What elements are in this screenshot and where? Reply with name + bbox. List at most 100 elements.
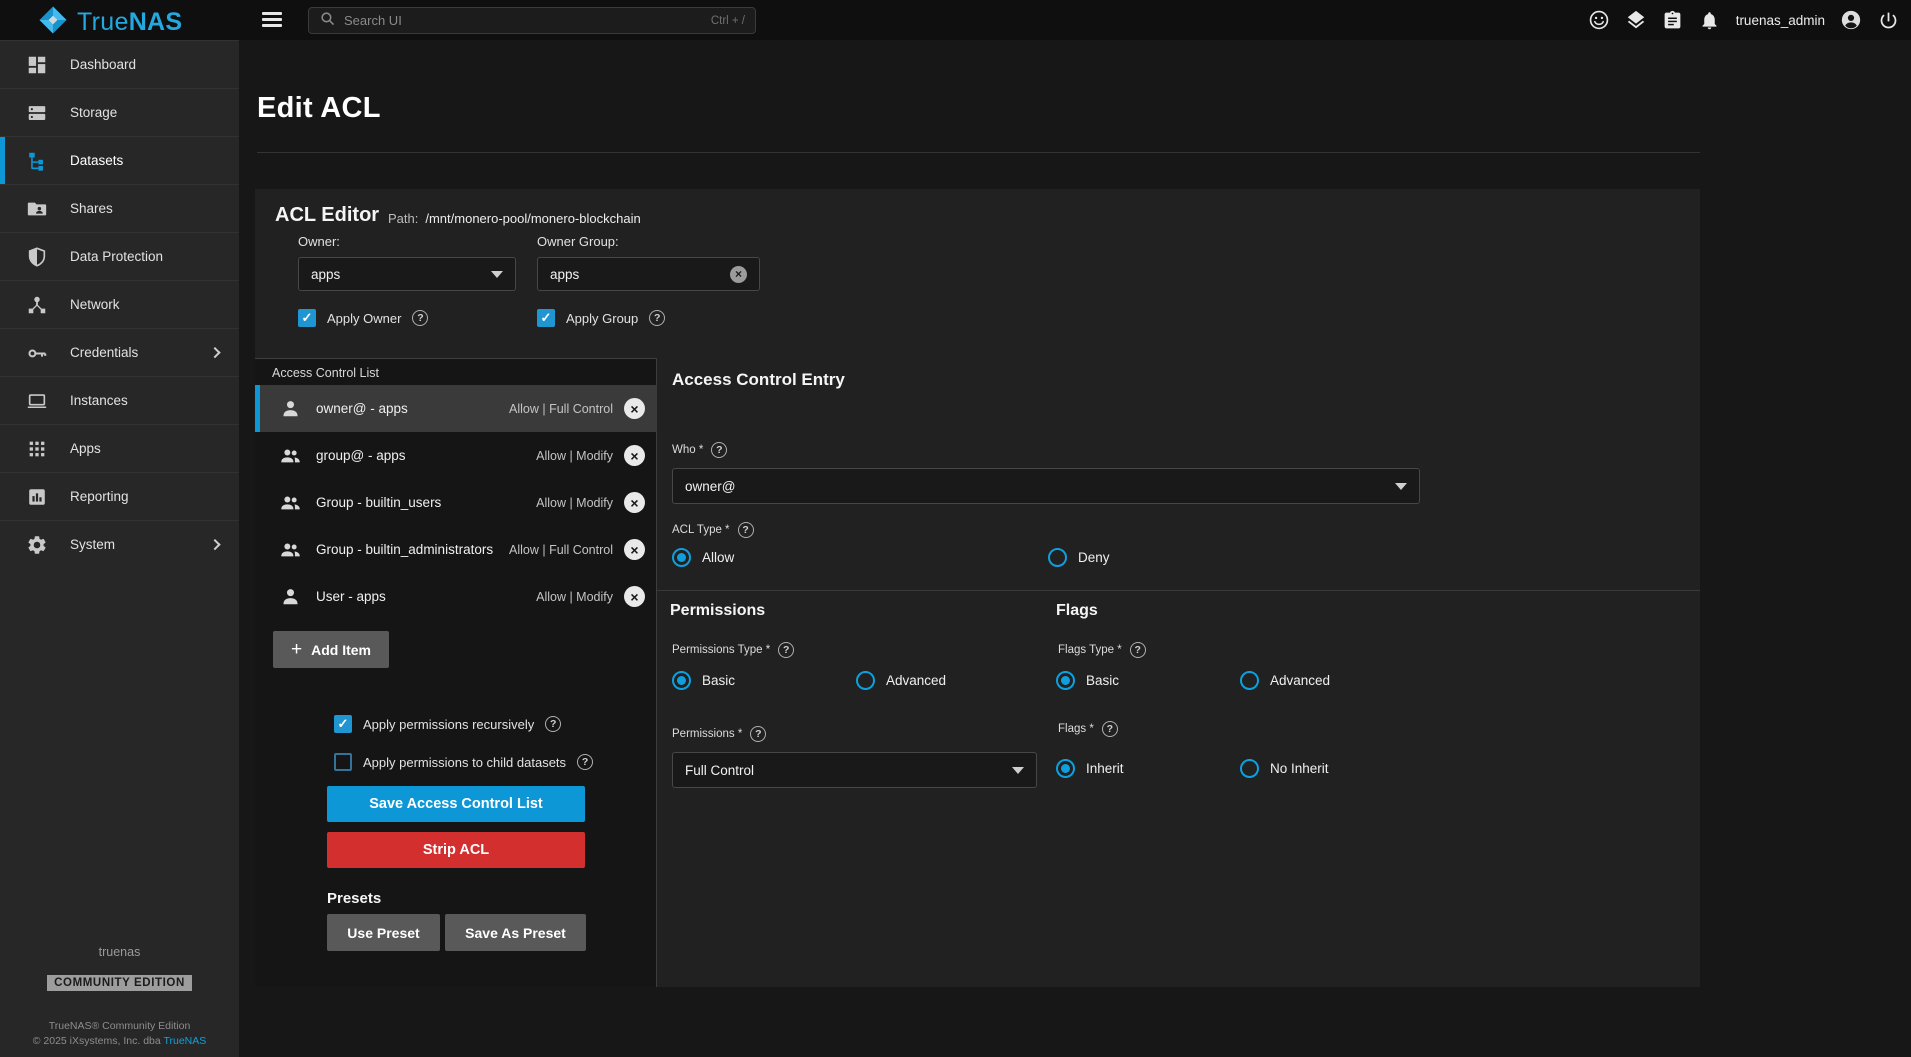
inherit-label: Inherit — [1086, 761, 1124, 776]
acl-entry-row[interactable]: owner@ - apps Allow | Full Control × — [255, 385, 657, 432]
path-label: Path: — [388, 211, 418, 226]
truecommand-icon[interactable] — [1625, 9, 1647, 31]
basic-label: Basic — [1086, 673, 1119, 688]
jobs-clipboard-icon[interactable] — [1662, 9, 1684, 31]
delete-entry-icon[interactable]: × — [624, 539, 645, 560]
sidebar-item-credentials[interactable]: Credentials — [0, 328, 239, 376]
user-avatar-icon[interactable] — [1840, 9, 1862, 31]
ace-perm: Allow | Modify — [536, 496, 613, 510]
permissions-label: Permissions * ? — [672, 726, 766, 742]
menu-toggle-icon[interactable] — [262, 12, 282, 30]
truenas-link[interactable]: TrueNAS — [163, 1035, 206, 1047]
help-icon[interactable]: ? — [738, 522, 754, 538]
help-icon[interactable]: ? — [711, 442, 727, 458]
child-datasets-label: Apply permissions to child datasets — [363, 755, 566, 770]
recursive-checkbox[interactable]: ✓ Apply permissions recursively ? — [334, 715, 561, 733]
permissions-select[interactable]: Full Control — [672, 752, 1037, 788]
sidebar-item-apps[interactable]: Apps — [0, 424, 239, 472]
help-icon[interactable]: ? — [1102, 721, 1118, 737]
no-inherit-label: No Inherit — [1270, 761, 1329, 776]
search-input[interactable] — [344, 13, 703, 28]
child-datasets-checkbox[interactable]: Apply permissions to child datasets ? — [334, 753, 593, 771]
presets-title: Presets — [327, 890, 381, 907]
acl-list-panel: Access Control List owner@ - apps Allow … — [255, 358, 657, 987]
checkbox-unchecked-icon — [334, 753, 352, 771]
ace-perm: Allow | Modify — [536, 590, 613, 604]
help-icon[interactable]: ? — [577, 754, 593, 770]
recursive-label: Apply permissions recursively — [363, 717, 534, 732]
acl-type-deny-radio[interactable]: Deny — [1048, 548, 1110, 567]
help-icon[interactable]: ? — [545, 716, 561, 732]
sidebar-item-system[interactable]: System — [0, 520, 239, 568]
ace-perm: Allow | Modify — [536, 449, 613, 463]
datasets-icon — [26, 150, 48, 172]
truenas-logo-icon — [38, 5, 68, 40]
chevron-down-icon — [1395, 483, 1407, 490]
flags-type-advanced-radio[interactable]: Advanced — [1240, 671, 1330, 690]
dataset-path: Path: /mnt/monero-pool/monero-blockchain — [388, 211, 641, 226]
owner-group-value: apps — [550, 267, 579, 282]
delete-entry-icon[interactable]: × — [624, 445, 645, 466]
power-icon[interactable] — [1877, 9, 1899, 31]
owner-select[interactable]: apps — [298, 257, 516, 291]
ace-perm: Allow | Full Control — [509, 402, 613, 416]
truenas-logo[interactable]: TrueNAS — [38, 5, 182, 40]
acl-entry-row[interactable]: User - apps Allow | Modify × — [255, 573, 657, 620]
sidebar-item-reporting[interactable]: Reporting — [0, 472, 239, 520]
edition-badge: COMMUNITY EDITION — [47, 975, 192, 991]
add-item-button[interactable]: + Add Item — [273, 631, 389, 668]
radio-selected-icon — [672, 548, 691, 567]
flags-no-inherit-radio[interactable]: No Inherit — [1240, 759, 1329, 778]
help-icon[interactable]: ? — [649, 310, 665, 326]
help-icon[interactable]: ? — [778, 642, 794, 658]
acl-editor-title: ACL Editor — [275, 204, 379, 227]
permissions-type-basic-radio[interactable]: Basic — [672, 671, 735, 690]
sidebar-item-network[interactable]: Network — [0, 280, 239, 328]
sidebar-item-datasets[interactable]: Datasets — [0, 136, 239, 184]
who-label-text: Who * — [672, 444, 703, 456]
sidebar-item-data-protection[interactable]: Data Protection — [0, 232, 239, 280]
search-shortcut: Ctrl + / — [711, 15, 745, 27]
help-icon[interactable]: ? — [412, 310, 428, 326]
use-preset-button[interactable]: Use Preset — [327, 914, 440, 951]
global-search[interactable]: Ctrl + / — [308, 7, 756, 34]
delete-entry-icon[interactable]: × — [624, 492, 645, 513]
topbar: TrueNAS Ctrl + / — [0, 0, 1911, 40]
sidebar-item-shares[interactable]: Shares — [0, 184, 239, 232]
flags-inherit-radio[interactable]: Inherit — [1056, 759, 1124, 778]
allow-label: Allow — [702, 550, 734, 565]
advanced-label: Advanced — [1270, 673, 1330, 688]
apply-group-checkbox[interactable]: ✓ Apply Group ? — [537, 309, 665, 327]
sidebar-item-label: Storage — [70, 105, 117, 120]
acl-type-allow-radio[interactable]: Allow — [672, 548, 734, 567]
sidebar-item-storage[interactable]: Storage — [0, 88, 239, 136]
checkbox-checked-icon: ✓ — [298, 309, 316, 327]
radio-unselected-icon — [1240, 759, 1259, 778]
acl-entry-row[interactable]: Group - builtin_administrators Allow | F… — [255, 526, 657, 573]
acl-entry-row[interactable]: Group - builtin_users Allow | Modify × — [255, 479, 657, 526]
help-icon[interactable]: ? — [1130, 642, 1146, 658]
flags-type-basic-radio[interactable]: Basic — [1056, 671, 1119, 690]
who-select[interactable]: owner@ — [672, 468, 1420, 504]
strip-acl-button[interactable]: Strip ACL — [327, 832, 585, 868]
clear-icon[interactable]: × — [730, 266, 747, 283]
sidebar-item-dashboard[interactable]: Dashboard — [0, 40, 239, 88]
alerts-bell-icon[interactable] — [1699, 9, 1721, 31]
acl-editor-card: ACL Editor Path: /mnt/monero-pool/monero… — [255, 189, 1700, 987]
sidebar-item-instances[interactable]: Instances — [0, 376, 239, 424]
owner-group-input[interactable]: apps × — [537, 257, 760, 291]
feedback-smiley-icon[interactable] — [1588, 9, 1610, 31]
permissions-type-label: Permissions Type * ? — [672, 642, 794, 658]
permissions-type-advanced-radio[interactable]: Advanced — [856, 671, 946, 690]
save-as-preset-label: Save As Preset — [465, 925, 566, 941]
delete-entry-icon[interactable]: × — [624, 398, 645, 419]
sidebar-item-label: Instances — [70, 393, 128, 408]
sidebar-item-label: System — [70, 537, 115, 552]
help-icon[interactable]: ? — [750, 726, 766, 742]
acl-type-label: ACL Type * ? — [672, 522, 754, 538]
acl-entry-row[interactable]: group@ - apps Allow | Modify × — [255, 432, 657, 479]
delete-entry-icon[interactable]: × — [624, 586, 645, 607]
save-acl-button[interactable]: Save Access Control List — [327, 786, 585, 822]
save-as-preset-button[interactable]: Save As Preset — [445, 914, 586, 951]
apply-owner-checkbox[interactable]: ✓ Apply Owner ? — [298, 309, 428, 327]
